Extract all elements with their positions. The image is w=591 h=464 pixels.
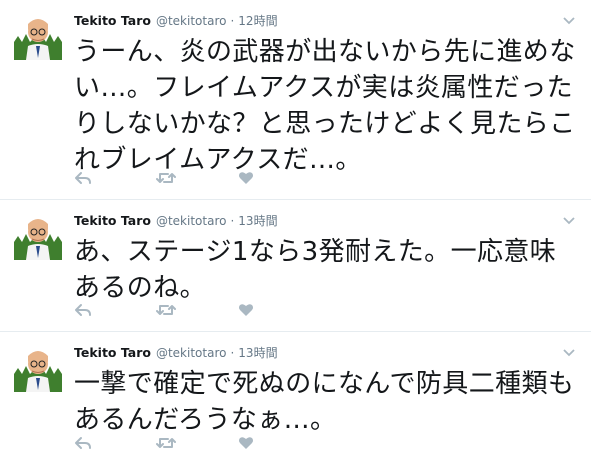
tweet-actions [74, 434, 320, 452]
tweet-text: あ、ステージ1なら3発耐えた。一応意味あるのね。 [74, 237, 557, 303]
tweet-actions [74, 169, 320, 187]
timeline: Tekito Taro @tekitotaro · 12時間 うーん、炎の武器が… [0, 0, 591, 464]
user-handle[interactable]: @tekitotaro [156, 10, 227, 32]
tweet[interactable]: Tekito Taro @tekitotaro · 12時間 うーん、炎の武器が… [0, 0, 591, 200]
separator: · [230, 14, 235, 28]
timestamp[interactable]: 13時間 [238, 210, 277, 232]
timestamp[interactable]: 12時間 [238, 10, 277, 32]
separator: · [230, 346, 235, 360]
tweet-header: Tekito Taro @tekitotaro · 12時間 [74, 10, 577, 32]
tweet[interactable]: Tekito Taro @tekitotaro · 13時間 あ、ステージ1なら… [0, 200, 591, 332]
user-name[interactable]: Tekito Taro [74, 342, 151, 364]
retweet-icon[interactable] [156, 169, 238, 187]
heart-icon[interactable] [238, 169, 320, 187]
chevron-down-icon[interactable] [561, 212, 577, 228]
chevron-down-icon[interactable] [561, 12, 577, 28]
avatar[interactable] [14, 12, 62, 60]
user-name[interactable]: Tekito Taro [74, 210, 151, 232]
separator: · [230, 214, 235, 228]
tweet-header: Tekito Taro @tekitotaro · 13時間 [74, 342, 577, 364]
avatar[interactable] [14, 344, 62, 392]
user-handle[interactable]: @tekitotaro [156, 210, 227, 232]
timestamp[interactable]: 13時間 [238, 342, 277, 364]
avatar[interactable] [14, 212, 62, 260]
tweet-actions [74, 301, 320, 319]
chevron-down-icon[interactable] [561, 344, 577, 360]
tweet-text: 一撃で確定で死ぬのになんで防具二種類もあるんだろうなぁ…。 [74, 369, 575, 435]
heart-icon[interactable] [238, 434, 320, 452]
reply-icon[interactable] [74, 301, 156, 319]
tweet-header: Tekito Taro @tekitotaro · 13時間 [74, 210, 577, 232]
user-handle[interactable]: @tekitotaro [156, 342, 227, 364]
retweet-icon[interactable] [156, 434, 238, 452]
tweet[interactable]: Tekito Taro @tekitotaro · 13時間 一撃で確定で死ぬの… [0, 332, 591, 464]
user-name[interactable]: Tekito Taro [74, 10, 151, 32]
reply-icon[interactable] [74, 169, 156, 187]
reply-icon[interactable] [74, 434, 156, 452]
retweet-icon[interactable] [156, 301, 238, 319]
tweet-text: うーん、炎の武器が出ないから先に進めない…。フレイムアクスが実は炎属性だったりし… [74, 37, 576, 175]
heart-icon[interactable] [238, 301, 320, 319]
